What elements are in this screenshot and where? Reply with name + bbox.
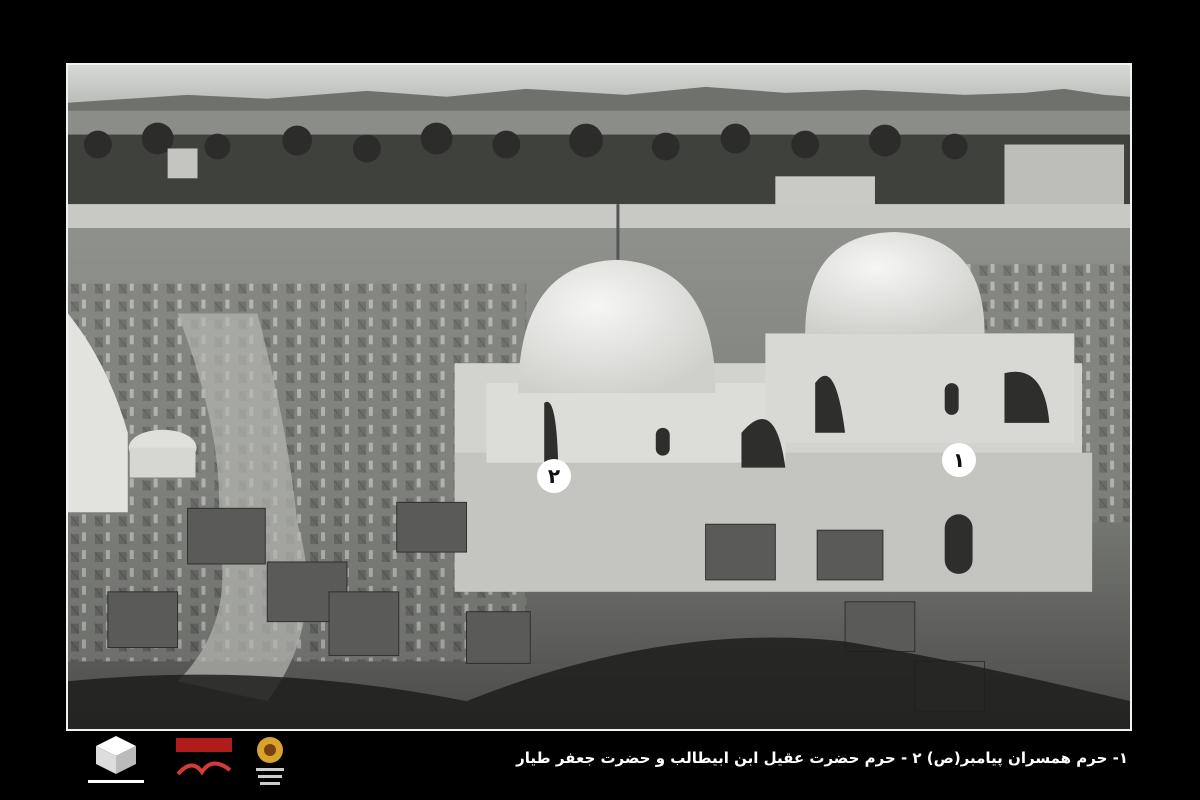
calligraphy-logo [176,738,232,776]
marker-2: ۲ [537,459,571,493]
historical-photo [66,63,1132,731]
logo-strip [80,734,300,794]
kaaba-logo [88,736,144,783]
photo-caption: ۱- حرم همسران پیامبر(ص) ۲ - حرم حضرت عقی… [516,749,1128,767]
marker-1: ۱ [942,443,976,477]
sunflower-emblem-logo [256,737,284,785]
photo-scene [68,65,1130,729]
